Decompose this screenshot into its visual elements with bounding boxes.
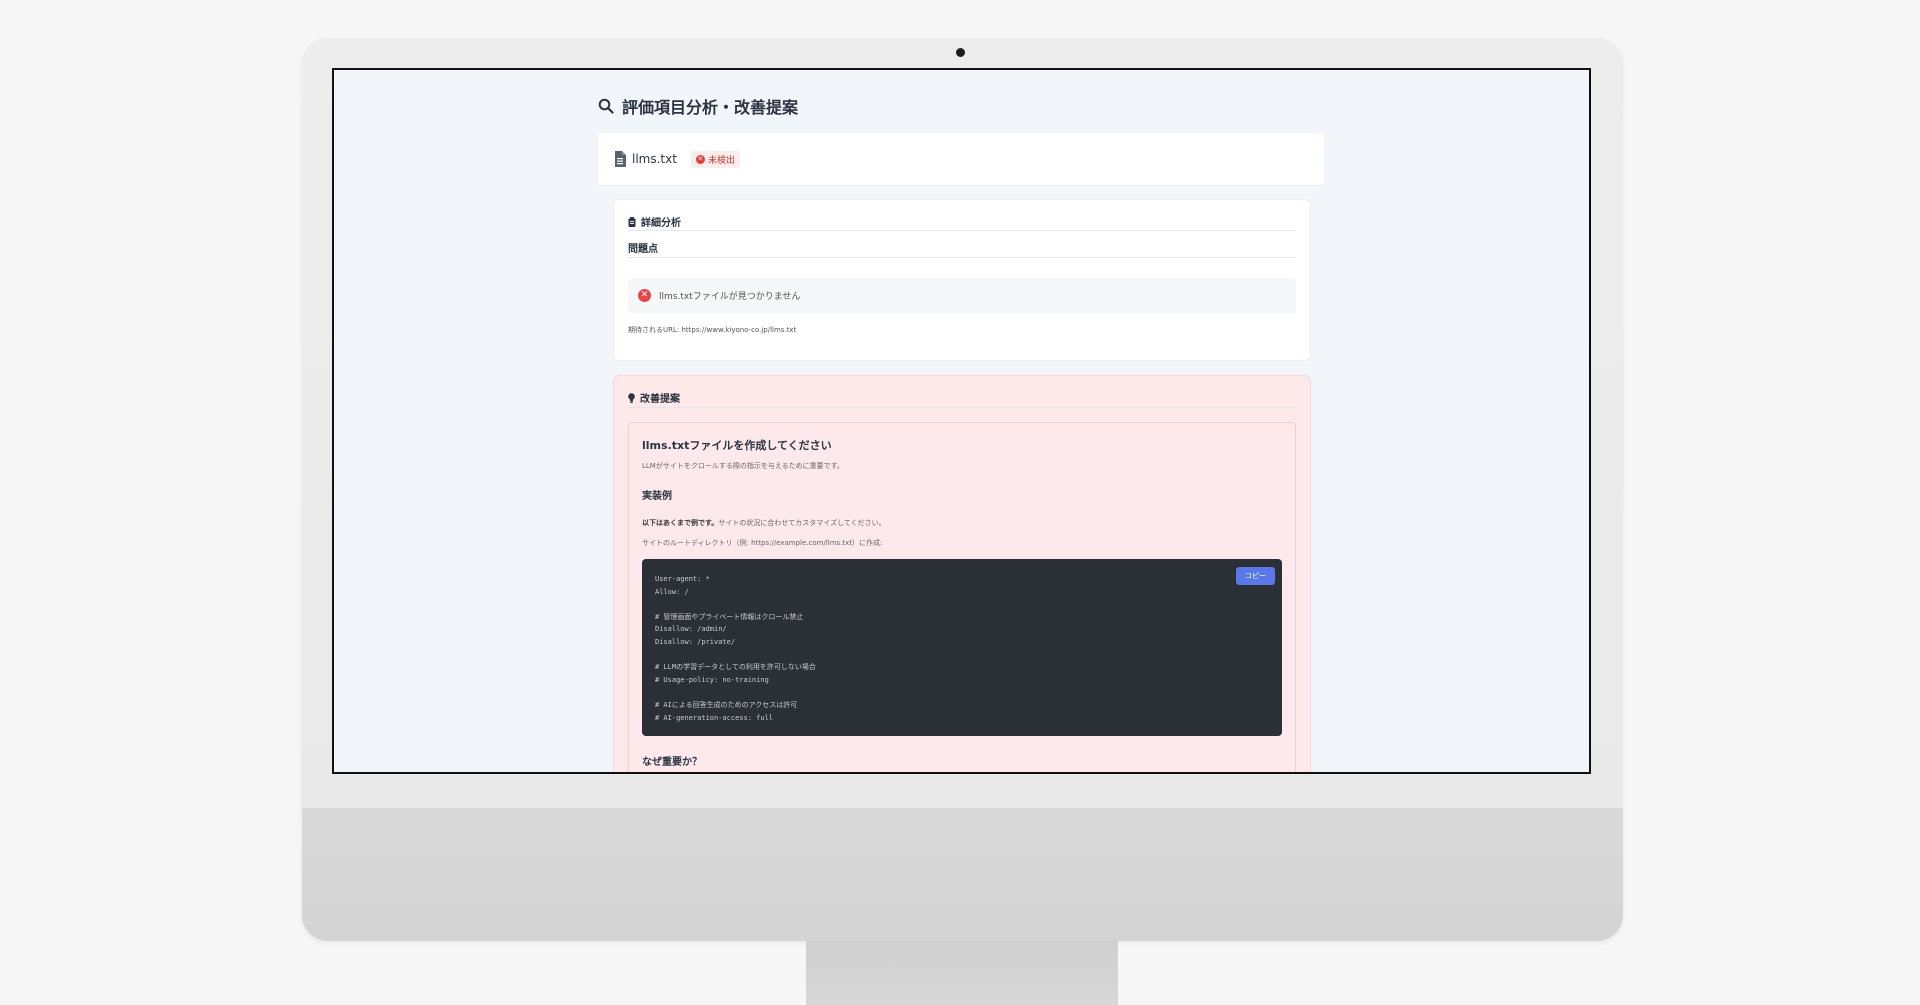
- error-icon: ✕: [638, 289, 651, 302]
- issue-text: llms.txtファイルが見つかりません: [659, 292, 801, 302]
- example-heading: 実装例: [642, 491, 672, 502]
- code-line: # AIによる回答生成のためのアクセスは許可: [655, 700, 798, 709]
- code-content[interactable]: User-agent: * Allow: / # 管理画面やプライベート情報はクロー…: [655, 573, 816, 724]
- problems-heading: 問題点: [628, 240, 658, 255]
- suggestion-detail: llms.txtファイルを作成してください LLMがサイトをクロールする際の指示…: [628, 422, 1296, 772]
- code-line: User-agent: *: [655, 575, 710, 583]
- copy-button[interactable]: コピー: [1236, 567, 1275, 585]
- root-note: サイトのルートディレクトリ（例: https://example.com/llm…: [642, 539, 883, 547]
- suggestion-heading-text: 改善提案: [640, 394, 680, 405]
- monitor-stand: [806, 941, 1118, 1005]
- code-line: Disallow: /private/: [655, 637, 736, 646]
- code-block[interactable]: User-agent: * Allow: / # 管理画面やプライベート情報はクロー…: [642, 559, 1282, 736]
- page-title-text: 評価項目分析・改善提案: [622, 98, 799, 117]
- example-note-rest: サイトの状況に合わせてカスタマイズしてください。: [718, 519, 886, 527]
- file-name: llms.txt: [632, 152, 677, 166]
- error-icon: ✕: [695, 154, 705, 164]
- monitor-chin: [302, 808, 1623, 941]
- suggestion-title: llms.txtファイルを作成してください: [642, 439, 832, 452]
- code-line: # 管理画面やプライベート情報はクロール禁止: [655, 612, 804, 621]
- suggestion-card: 改善提案 llms.txtファイルを作成してください LLMがサイトをクロールす…: [613, 375, 1311, 772]
- example-note: 以下はあくまで例です。サイトの状況に合わせてカスタマイズしてください。: [642, 518, 886, 528]
- why-heading: なぜ重要か？: [642, 757, 702, 768]
- screen: 評価項目分析・改善提案 llms.txt ✕ 未検出 詳細分析 問題点 ✕ ll…: [332, 68, 1591, 774]
- page-title: 評価項目分析・改善提案: [598, 94, 798, 118]
- code-line: # LLMの学習データとしての利用を許可しない場合: [655, 663, 816, 672]
- divider: [628, 257, 1296, 258]
- suggestion-description: LLMがサイトをクロールする際の指示を与えるために重要です。: [642, 462, 844, 470]
- search-icon: [598, 98, 614, 114]
- clipboard-icon: [628, 216, 636, 227]
- file-header[interactable]: llms.txt ✕ 未検出: [598, 133, 1324, 186]
- problems-heading-text: 問題点: [628, 244, 658, 255]
- camera-icon: [956, 48, 965, 57]
- analysis-card: 詳細分析 問題点 ✕ llms.txtファイルが見つかりません 期待されるURL…: [613, 199, 1311, 361]
- code-line: # AI-generation-access: full: [655, 713, 774, 722]
- analysis-heading-text: 詳細分析: [641, 218, 681, 229]
- status-badge-label: 未検出: [707, 155, 735, 166]
- status-badge: ✕ 未検出: [690, 150, 740, 168]
- code-line: # Usage-policy: no-training: [655, 675, 769, 684]
- divider: [628, 407, 1296, 408]
- code-line: Allow: /: [655, 587, 689, 596]
- divider: [628, 230, 1296, 231]
- example-note-bold: 以下はあくまで例です。: [642, 519, 719, 527]
- expected-url: 期待されるURL: https://www.kiyono-co.jp/llms.…: [628, 326, 797, 334]
- code-line: Disallow: /admin/: [655, 625, 727, 634]
- file-icon: [615, 151, 626, 167]
- suggestion-heading: 改善提案: [628, 390, 680, 405]
- analysis-heading: 詳細分析: [628, 214, 681, 229]
- lightbulb-icon: [628, 392, 635, 403]
- issue-item: ✕ llms.txtファイルが見つかりません: [628, 278, 1296, 313]
